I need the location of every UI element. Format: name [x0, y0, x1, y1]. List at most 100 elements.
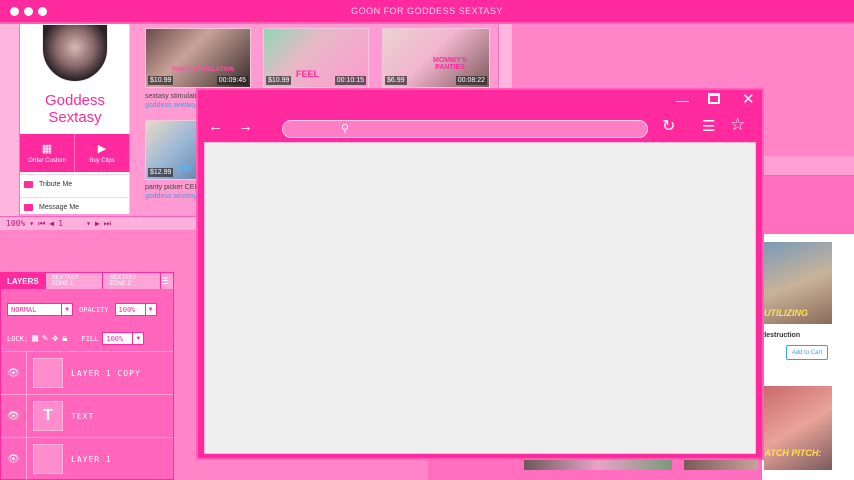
tribute-label: Tribute Me — [39, 181, 73, 188]
layer-thumbnail — [33, 444, 63, 474]
next-page-icon[interactable]: ▶ — [95, 219, 100, 228]
tab-zone-2[interactable]: SEXTASY ZONE 2 — [103, 273, 161, 289]
back-arrow-icon[interactable]: ← — [208, 119, 223, 134]
layers-tabs: LAYERS SEXTASY ZONE 1 SEXTASY ZONE 2 ☰ — [1, 273, 173, 289]
opacity-select[interactable]: 100% ▼ — [114, 303, 157, 316]
eye-icon[interactable]: 👁︎ — [1, 437, 27, 480]
layer-thumbnail — [33, 358, 63, 388]
last-page-icon[interactable]: ⏭ — [104, 219, 111, 229]
clip-price: $10.99 — [148, 76, 174, 85]
money-icon — [24, 181, 33, 188]
order-custom-button[interactable]: ▦ Order Custom — [20, 134, 75, 172]
eye-icon[interactable]: 👁︎ — [1, 394, 27, 438]
clip-price: $12.99 — [148, 168, 174, 177]
chevron-down-icon: ▼ — [132, 333, 143, 344]
layer-name: LAYER 1 COPY — [71, 368, 141, 378]
clip-overlay-text: PANTY STIMULATION — [172, 67, 234, 73]
clip-overlay-text: CEI — [178, 165, 192, 174]
top-title-bar: GOON FOR GODDESS SEXTASY — [0, 0, 854, 24]
forward-arrow-icon[interactable]: → — [238, 119, 253, 134]
add-to-cart-button[interactable]: Add to Cart — [786, 345, 828, 360]
zoom-bar: 100% ▾ ⏮ ◀ 1 ▾ ▶ ⏭ — [0, 216, 200, 230]
buy-clips-button[interactable]: ▶ Buy Clips — [75, 134, 130, 172]
layer-thumbnail: T — [33, 401, 63, 431]
product-overlay-text: UTILIZING — [764, 308, 808, 318]
lock-transparency-icon[interactable]: ▩ — [32, 333, 38, 344]
chevron-down-icon: ▼ — [61, 304, 72, 315]
zoom-value[interactable]: 100% — [6, 219, 25, 228]
star-icon[interactable]: ☆ — [730, 116, 745, 133]
browser-viewport[interactable] — [204, 142, 756, 454]
clip-thumbnail[interactable]: MOMMY'S PANTIES $6.99 00:08:22 — [382, 28, 490, 88]
close-icon[interactable]: ✕ — [742, 92, 755, 107]
clip-overlay-text: FEEL — [296, 69, 320, 79]
search-icon: ⚲ — [341, 123, 350, 135]
product-thumbnail[interactable]: CATCH PITCH: — [758, 386, 832, 470]
mail-icon — [24, 204, 33, 211]
message-link[interactable]: Message Me — [20, 197, 130, 217]
blend-row: NORMAL ▼ OPACITY 100% ▼ — [7, 303, 157, 316]
clip-price: $6.99 — [385, 76, 407, 85]
profile-tabs: ▦ Order Custom ▶ Buy Clips — [20, 134, 130, 172]
chevron-down-icon[interactable]: ▾ — [86, 219, 91, 228]
vertical-ruler — [0, 24, 20, 216]
product-overlay-text: CATCH PITCH: — [758, 448, 822, 458]
chevron-down-icon: ▼ — [144, 304, 156, 315]
top-title: GOON FOR GODDESS SEXTASY — [351, 6, 503, 16]
tribute-link[interactable]: Tribute Me — [20, 174, 130, 194]
eye-icon[interactable]: 👁︎ — [1, 351, 27, 395]
layers-panel: LAYERS SEXTASY ZONE 1 SEXTASY ZONE 2 ☰ N… — [0, 272, 174, 480]
clip-thumbnail[interactable]: CEI $12.99 — [145, 120, 197, 180]
blend-mode-value: NORMAL — [11, 305, 37, 314]
prev-page-icon[interactable]: ◀ — [49, 219, 54, 228]
first-page-icon[interactable]: ⏮ — [38, 219, 45, 229]
menu-icon[interactable]: ☰ — [161, 276, 169, 287]
fill-value: 100% — [106, 334, 124, 343]
opacity-label: OPACITY — [79, 305, 109, 314]
refresh-icon[interactable]: ↻ — [662, 119, 675, 135]
menu-icon[interactable]: ☰ — [702, 119, 715, 134]
clip-price: $10.99 — [266, 76, 292, 85]
lock-label: LOCK: — [7, 334, 29, 343]
layer-row[interactable]: 👁︎ LAYER 1 COPY — [1, 351, 173, 395]
buy-clips-label: Buy Clips — [89, 157, 115, 164]
clip-thumbnail[interactable]: PANTY STIMULATION $10.99 00:09:45 — [145, 28, 251, 88]
clip-author[interactable]: goddess sextasy — [145, 193, 197, 200]
page-number[interactable]: 1 — [58, 219, 82, 228]
product-thumbnail[interactable]: UTILIZING — [764, 242, 832, 324]
profile-name: Goddess Sextasy — [44, 92, 106, 126]
layer-name: TEXT — [71, 411, 95, 421]
clip-duration: 00:08:22 — [455, 76, 487, 85]
lock-row: LOCK: ▩ ✎ ✥ 🔒︎ FILL 100% ▼ — [7, 332, 145, 345]
fill-label: FILL — [81, 334, 99, 343]
browser-window: — ✕ ← → ⚲ ↻ ☰ ☆ — [196, 88, 764, 460]
clip-duration: 00:09:45 — [216, 76, 248, 85]
order-custom-label: Order Custom — [28, 157, 66, 164]
clip-caption[interactable]: sextasy stimulati — [145, 93, 196, 100]
clip-thumbnail[interactable]: FEEL $10.99 00:10:15 — [263, 28, 369, 88]
clip-caption[interactable]: panty picker CEI g — [145, 184, 197, 191]
product-title[interactable]: destruction — [762, 332, 800, 339]
play-icon: ▶ — [97, 142, 107, 155]
clip-duration: 00:10:15 — [334, 76, 366, 85]
tab-layers[interactable]: LAYERS — [1, 273, 46, 289]
film-icon: ▦ — [41, 142, 53, 155]
address-bar[interactable]: ⚲ — [282, 120, 648, 138]
blend-mode-select[interactable]: NORMAL ▼ — [7, 303, 73, 316]
clip-author[interactable]: goddess sextasy — [145, 102, 197, 109]
layer-name: LAYER 1 — [71, 454, 112, 464]
fill-select[interactable]: 100% ▼ — [102, 332, 145, 345]
right-store-content: UTILIZING destruction Add to Cart CATCH … — [758, 234, 854, 480]
maximize-icon[interactable] — [708, 93, 720, 104]
chevron-down-icon[interactable]: ▾ — [29, 219, 34, 228]
minimize-icon[interactable]: — — [676, 94, 689, 108]
lock-icon[interactable]: 🔒︎ — [62, 333, 67, 344]
layer-row[interactable]: 👁︎ LAYER 1 — [1, 437, 173, 480]
tab-zone-1[interactable]: SEXTASY ZONE 1 — [46, 273, 104, 289]
opacity-value: 100% — [118, 305, 136, 314]
clip-overlay-text: MOMMY'S PANTIES — [433, 57, 467, 71]
message-label: Message Me — [39, 204, 80, 211]
lock-brush-icon[interactable]: ✎ — [42, 333, 48, 344]
lock-move-icon[interactable]: ✥ — [52, 333, 58, 344]
layer-row[interactable]: 👁︎ T TEXT — [1, 394, 173, 438]
